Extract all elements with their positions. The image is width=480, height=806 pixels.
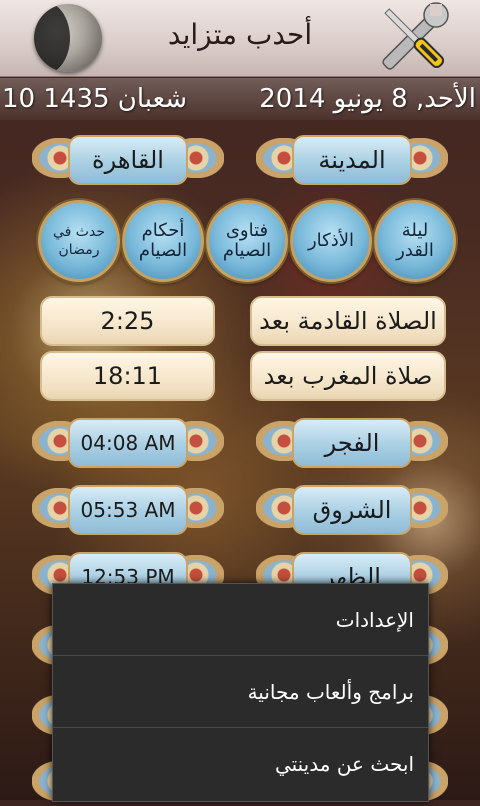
shortcut-label: الأذكار bbox=[307, 230, 355, 251]
city-label[interactable]: المدينة bbox=[292, 135, 412, 185]
date-row: 10 شعبان 1435 الأحد, 8 يونيو 2014 bbox=[0, 78, 480, 120]
maghrib-label-frame: صلاة المغرب بعد bbox=[250, 349, 446, 401]
shortcut-adhkar[interactable]: الأذكار bbox=[290, 200, 372, 282]
app-header: أحدب متزايد bbox=[0, 0, 480, 77]
tools-icon[interactable] bbox=[378, 2, 450, 74]
next-prayer-label-frame: الصلاة القادمة بعد bbox=[250, 294, 446, 346]
maghrib-countdown: 18:11 bbox=[40, 351, 215, 401]
city-label-frame[interactable]: المدينة bbox=[256, 133, 448, 185]
fajr-time-frame: 04:08 AM bbox=[32, 416, 224, 468]
maghrib-countdown-frame: 18:11 bbox=[40, 349, 215, 401]
next-prayer-label: الصلاة القادمة بعد bbox=[250, 296, 446, 346]
menu-item-find-city[interactable]: ابحث عن مدينتي bbox=[53, 728, 428, 800]
shortcut-fasting-fatwas[interactable]: فتاوى الصيام bbox=[206, 200, 288, 282]
shortcut-label: ليلة القدر bbox=[396, 220, 434, 261]
city-value[interactable]: القاهرة bbox=[68, 135, 188, 185]
shortcut-label: أحكام الصيام bbox=[138, 220, 188, 261]
shortcut-label: فتاوى الصيام bbox=[222, 220, 272, 261]
fajr-name: الفجر bbox=[292, 418, 412, 468]
shortcut-fasting-rules[interactable]: أحكام الصيام bbox=[122, 200, 204, 282]
menu-item-settings[interactable]: الإعدادات bbox=[53, 584, 428, 656]
sunrise-name: الشروق bbox=[292, 485, 412, 535]
next-prayer-countdown-frame: 2:25 bbox=[40, 294, 215, 346]
sunrise-time: 05:53 AM bbox=[68, 485, 188, 535]
shortcut-label: حدث في رمضان bbox=[53, 224, 105, 258]
menu-item-label: الإعدادات bbox=[335, 607, 414, 632]
gregorian-date: الأحد, 8 يونيو 2014 bbox=[259, 84, 476, 114]
next-prayer-countdown: 2:25 bbox=[40, 296, 215, 346]
sunrise-name-frame: الشروق bbox=[256, 483, 448, 535]
city-value-frame[interactable]: القاهرة bbox=[32, 133, 224, 185]
maghrib-label: صلاة المغرب بعد bbox=[250, 351, 446, 401]
hijri-date: 10 شعبان 1435 bbox=[2, 84, 187, 114]
menu-item-free-apps[interactable]: برامج وألعاب مجانية bbox=[53, 656, 428, 728]
fajr-time: 04:08 AM bbox=[68, 418, 188, 468]
shortcut-laylat-al-qadr[interactable]: ليلة القدر bbox=[374, 200, 456, 282]
options-menu: الإعدادات برامج وألعاب مجانية ابحث عن مد… bbox=[52, 583, 429, 802]
menu-item-label: ابحث عن مدينتي bbox=[274, 752, 414, 776]
menu-item-label: برامج وألعاب مجانية bbox=[247, 679, 414, 704]
shortcut-ramadan-events[interactable]: حدث في رمضان bbox=[38, 200, 120, 282]
fajr-name-frame: الفجر bbox=[256, 416, 448, 468]
sunrise-time-frame: 05:53 AM bbox=[32, 483, 224, 535]
